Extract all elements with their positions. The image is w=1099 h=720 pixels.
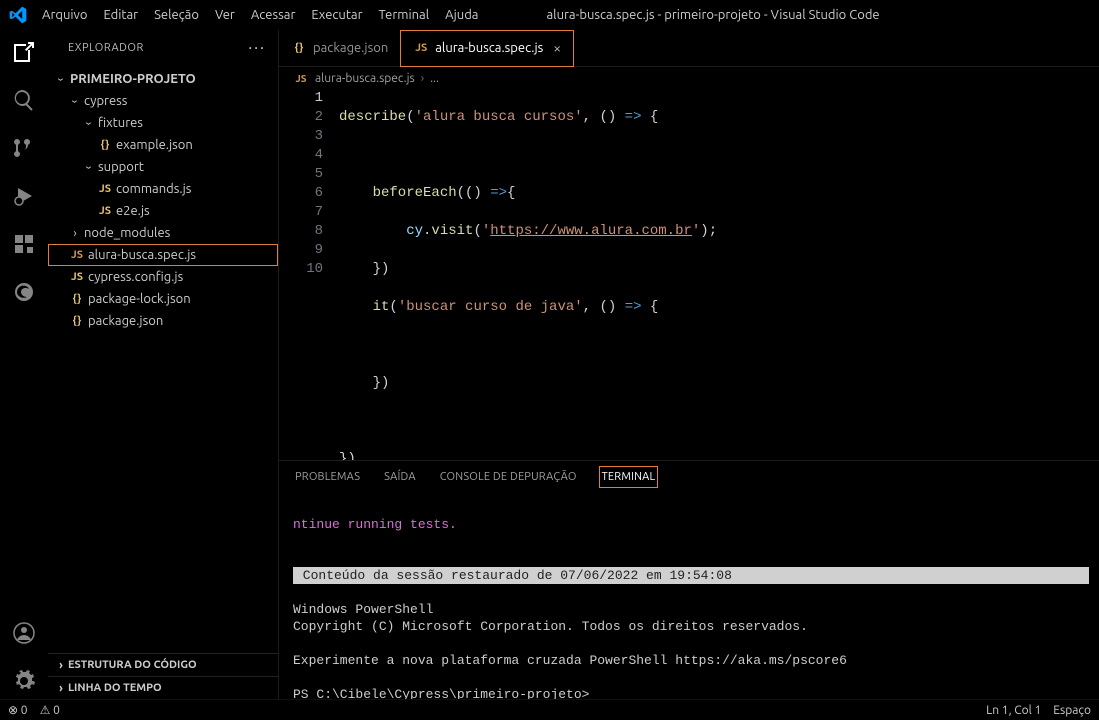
folder-cypress[interactable]: cypress (48, 90, 278, 112)
json-file-icon: {} (68, 315, 86, 327)
menu-view[interactable]: Ver (207, 0, 243, 30)
project-root[interactable]: PRIMEIRO-PROJETO (48, 68, 278, 90)
panel-tab-terminal[interactable]: TERMINAL (599, 466, 659, 488)
sidebar-header: EXPLORADOR ··· (48, 30, 278, 66)
outline-section[interactable]: ESTRUTURA DO CÓDIGO (48, 653, 278, 676)
sidebar-title: EXPLORADOR (68, 42, 144, 54)
accounts-icon[interactable] (10, 619, 38, 647)
terminal-line: ntinue running tests. (293, 517, 457, 532)
file-example-json[interactable]: {} example.json (48, 134, 278, 156)
folder-node-modules[interactable]: node_modules (48, 222, 278, 244)
file-package-json[interactable]: {} package.json (48, 310, 278, 332)
json-file-icon: {} (68, 293, 86, 305)
explorer-icon[interactable] (10, 38, 38, 66)
panel-tab-output[interactable]: SAÍDA (382, 466, 418, 488)
tab-alura-busca-spec[interactable]: JS alura-busca.spec.js × (400, 30, 574, 67)
terminal-view[interactable]: ntinue running tests. Conteúdo da sessão… (279, 493, 1099, 699)
file-commands-js[interactable]: JS commands.js (48, 178, 278, 200)
js-file-icon: JS (68, 249, 86, 261)
chevron-down-icon (54, 73, 68, 86)
json-file-icon: {} (96, 139, 114, 151)
chevron-down-icon (68, 95, 82, 108)
menu-terminal[interactable]: Terminal (371, 0, 438, 30)
terminal-prompt: PS C:\Cibele\Cypress\primeiro-projeto> (293, 687, 589, 699)
chevron-right-icon (68, 227, 82, 240)
tab-package-json[interactable]: {} package.json (279, 31, 400, 66)
terminal-line: Copyright (C) Microsoft Corporation. Tod… (293, 619, 808, 634)
close-icon[interactable]: × (553, 40, 561, 56)
source-control-icon[interactable] (10, 134, 38, 162)
chevron-down-icon (82, 117, 96, 130)
menu-selection[interactable]: Seleção (146, 0, 207, 30)
folder-support[interactable]: support (48, 156, 278, 178)
status-cursor-position[interactable]: Ln 1, Col 1 (986, 704, 1041, 717)
sidebar-more-icon[interactable]: ··· (248, 39, 266, 57)
chevron-down-icon (82, 161, 96, 174)
extensions-icon[interactable] (10, 230, 38, 258)
vscode-window: Arquivo Editar Seleção Ver Acessar Execu… (0, 0, 1099, 720)
chevron-right-icon: › (421, 72, 424, 85)
edge-icon[interactable] (10, 278, 38, 306)
run-debug-icon[interactable] (10, 182, 38, 210)
code-content[interactable]: describe('alura busca cursos', () => { b… (339, 89, 1099, 460)
menu-file[interactable]: Arquivo (34, 0, 95, 30)
js-file-icon: JS (96, 183, 114, 195)
file-package-lock[interactable]: {} package-lock.json (48, 288, 278, 310)
js-file-icon: JS (293, 73, 309, 84)
status-errors[interactable]: ⊗ 0 (8, 703, 28, 717)
activity-bar (0, 30, 48, 699)
menu-go[interactable]: Acessar (243, 0, 304, 30)
timeline-section[interactable]: LINHA DO TEMPO (48, 676, 278, 699)
panel-tabs: PROBLEMAS SAÍDA CONSOLE DE DEPURAÇÃO TER… (279, 461, 1099, 493)
file-e2e-js[interactable]: JS e2e.js (48, 200, 278, 222)
menu-edit[interactable]: Editar (95, 0, 146, 30)
window-title: alura-busca.spec.js - primeiro-projeto -… (486, 8, 1099, 22)
json-file-icon: {} (291, 42, 307, 54)
panel-tab-problems[interactable]: PROBLEMAS (293, 466, 362, 488)
file-tree: PRIMEIRO-PROJETO cypress fixtures {} exa… (48, 66, 278, 653)
menu-run[interactable]: Executar (303, 0, 370, 30)
terminal-line: Experimente a nova plataforma cruzada Po… (293, 653, 847, 668)
settings-gear-icon[interactable] (10, 667, 38, 695)
menu-bar: Arquivo Editar Seleção Ver Acessar Execu… (0, 0, 1099, 30)
js-file-icon: JS (68, 271, 86, 283)
sidebar: EXPLORADOR ··· PRIMEIRO-PROJETO cypress … (48, 30, 279, 699)
status-indentation[interactable]: Espaço (1053, 704, 1091, 717)
bottom-panel: PROBLEMAS SAÍDA CONSOLE DE DEPURAÇÃO TER… (279, 460, 1099, 699)
js-file-icon: JS (413, 42, 429, 54)
chevron-right-icon (54, 682, 68, 695)
js-file-icon: JS (96, 205, 114, 217)
menu-help[interactable]: Ajuda (437, 0, 486, 30)
chevron-right-icon (54, 659, 68, 672)
file-alura-busca-spec[interactable]: JS alura-busca.spec.js (48, 244, 278, 266)
line-number-gutter: 1 2 3 4 5 6 7 8 9 10 (279, 89, 339, 460)
status-bar: ⊗ 0 ⚠ 0 Ln 1, Col 1 Espaço (0, 699, 1099, 720)
folder-fixtures[interactable]: fixtures (48, 112, 278, 134)
main-area: EXPLORADOR ··· PRIMEIRO-PROJETO cypress … (0, 30, 1099, 699)
breadcrumb[interactable]: JS alura-busca.spec.js › ... (279, 67, 1099, 89)
terminal-line: Windows PowerShell (293, 602, 433, 617)
panel-tab-debug-console[interactable]: CONSOLE DE DEPURAÇÃO (438, 466, 579, 488)
file-cypress-config[interactable]: JS cypress.config.js (48, 266, 278, 288)
editor-tabs: {} package.json JS alura-busca.spec.js × (279, 30, 1099, 67)
code-editor[interactable]: 1 2 3 4 5 6 7 8 9 10 describe('alura bus… (279, 89, 1099, 460)
search-icon[interactable] (10, 86, 38, 114)
vscode-logo-icon (8, 5, 28, 25)
status-warnings[interactable]: ⚠ 0 (40, 703, 60, 717)
terminal-restore-banner: Conteúdo da sessão restaurado de 07/06/2… (293, 567, 1089, 584)
editor-group: {} package.json JS alura-busca.spec.js ×… (279, 30, 1099, 699)
